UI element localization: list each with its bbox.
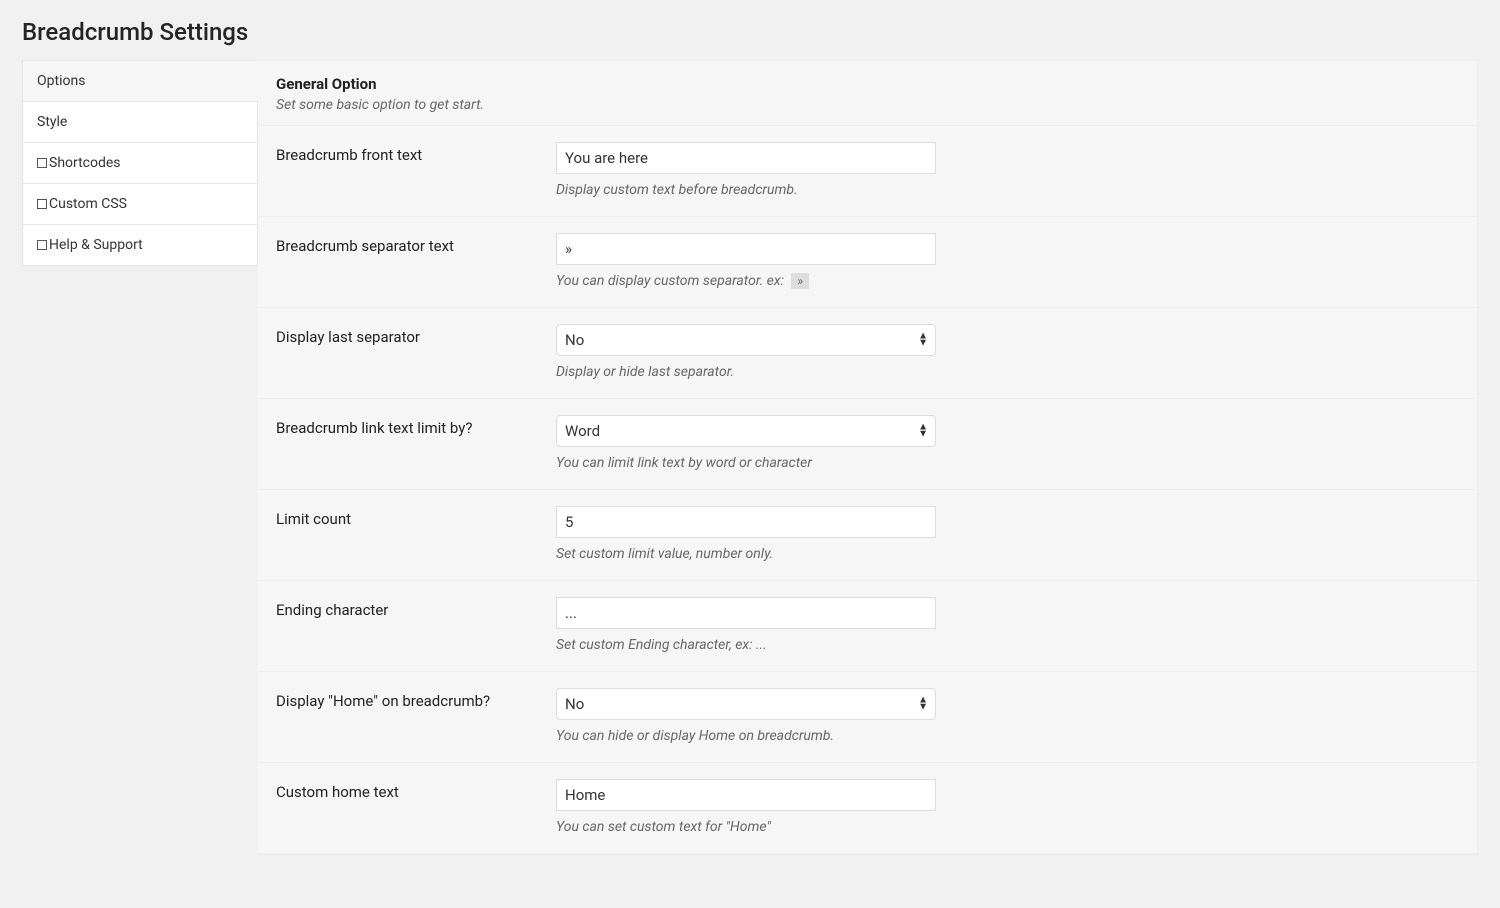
field-display-last-separator: Display last separator No ▲▼ Display or … bbox=[258, 308, 1477, 399]
field-label: Breadcrumb link text limit by? bbox=[276, 415, 556, 437]
settings-tabs: Options Style Shortcodes Custom CSS Help… bbox=[22, 60, 258, 266]
square-icon bbox=[37, 199, 47, 209]
field-limit-count: Limit count Set custom limit value, numb… bbox=[258, 490, 1477, 581]
limit-count-input[interactable] bbox=[556, 506, 936, 538]
field-label: Ending character bbox=[276, 597, 556, 619]
tab-custom-css[interactable]: Custom CSS bbox=[22, 183, 258, 224]
field-help: You can display custom separator. ex: » bbox=[556, 273, 1459, 289]
settings-panel: General Option Set some basic option to … bbox=[258, 60, 1478, 855]
limit-by-select[interactable]: Word bbox=[556, 415, 936, 447]
field-help: You can set custom text for "Home" bbox=[556, 819, 1459, 835]
field-help: Display custom text before breadcrumb. bbox=[556, 182, 1459, 198]
field-label: Breadcrumb separator text bbox=[276, 233, 556, 255]
page-title: Breadcrumb Settings bbox=[22, 18, 1478, 46]
field-help: You can limit link text by word or chara… bbox=[556, 455, 1459, 471]
separator-example-chip: » bbox=[791, 273, 809, 289]
tab-style[interactable]: Style bbox=[22, 101, 258, 142]
field-ending-character: Ending character Set custom Ending chara… bbox=[258, 581, 1477, 672]
home-text-input[interactable] bbox=[556, 779, 936, 811]
field-front-text: Breadcrumb front text Display custom tex… bbox=[258, 126, 1477, 217]
tab-label: Custom CSS bbox=[49, 196, 127, 212]
tab-help-support[interactable]: Help & Support bbox=[22, 224, 258, 266]
field-separator-text: Breadcrumb separator text You can displa… bbox=[258, 217, 1477, 308]
ending-char-input[interactable] bbox=[556, 597, 936, 629]
square-icon bbox=[37, 240, 47, 250]
field-help: Display or hide last separator. bbox=[556, 364, 1459, 380]
field-help: You can hide or display Home on breadcru… bbox=[556, 728, 1459, 744]
field-label: Display last separator bbox=[276, 324, 556, 346]
square-icon bbox=[37, 158, 47, 168]
field-home-text: Custom home text You can set custom text… bbox=[258, 763, 1477, 854]
field-help: Set custom Ending character, ex: ... bbox=[556, 637, 1459, 653]
field-display-home: Display "Home" on breadcrumb? No ▲▼ You … bbox=[258, 672, 1477, 763]
last-separator-select[interactable]: No bbox=[556, 324, 936, 356]
section-description: Set some basic option to get start. bbox=[276, 97, 1459, 113]
field-label: Limit count bbox=[276, 506, 556, 528]
tab-options[interactable]: Options bbox=[22, 60, 258, 101]
tab-label: Help & Support bbox=[49, 237, 143, 253]
separator-text-input[interactable] bbox=[556, 233, 936, 265]
field-limit-by: Breadcrumb link text limit by? Word ▲▼ Y… bbox=[258, 399, 1477, 490]
field-help: Set custom limit value, number only. bbox=[556, 546, 1459, 562]
tab-label: Shortcodes bbox=[49, 155, 121, 171]
field-label: Breadcrumb front text bbox=[276, 142, 556, 164]
field-label: Display "Home" on breadcrumb? bbox=[276, 688, 556, 710]
tab-label: Style bbox=[37, 114, 67, 130]
front-text-input[interactable] bbox=[556, 142, 936, 174]
tab-label: Options bbox=[37, 73, 85, 89]
section-title: General Option bbox=[276, 75, 1459, 93]
display-home-select[interactable]: No bbox=[556, 688, 936, 720]
tab-shortcodes[interactable]: Shortcodes bbox=[22, 142, 258, 183]
field-label: Custom home text bbox=[276, 779, 556, 801]
